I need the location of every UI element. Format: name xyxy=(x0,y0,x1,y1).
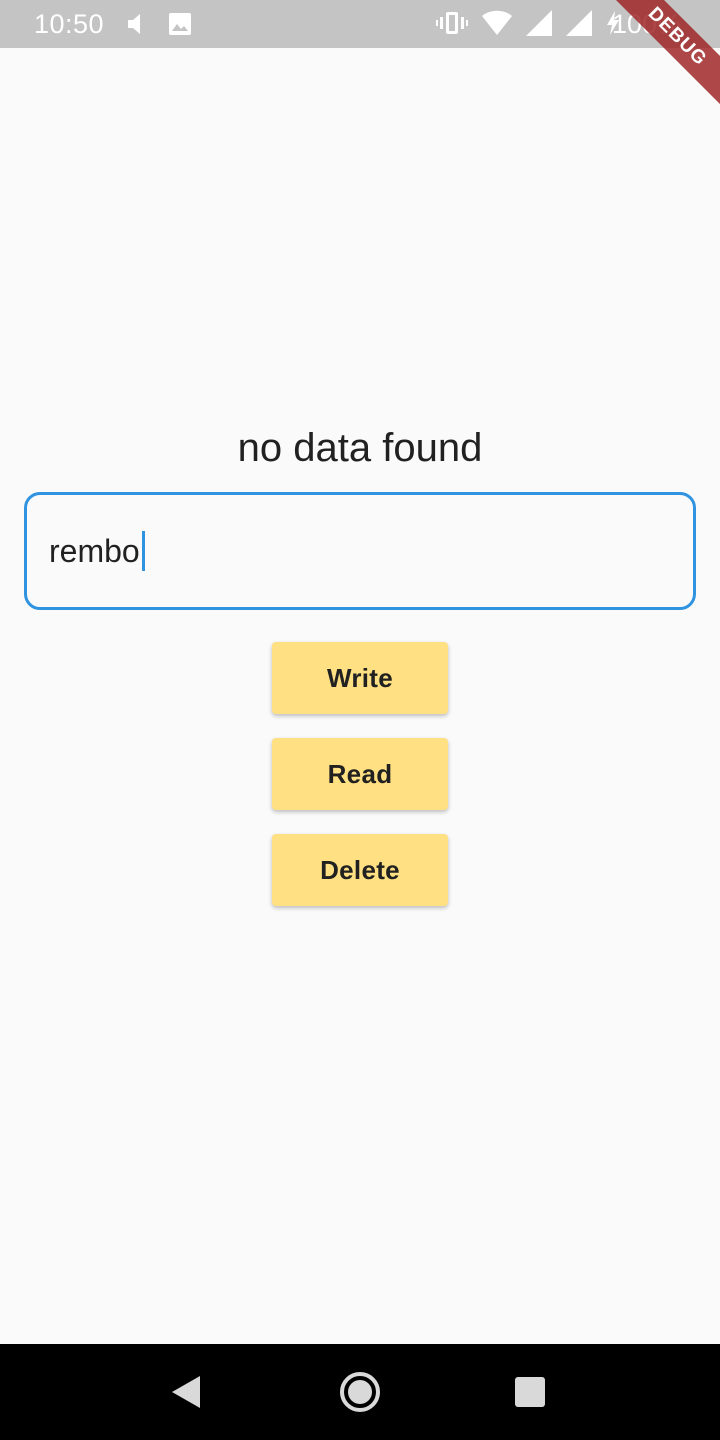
text-input-value-wrapper[interactable]: rembo xyxy=(49,531,145,571)
status-time: 10:50 xyxy=(34,9,105,39)
navigation-bar xyxy=(0,1344,720,1440)
signal-icon-2 xyxy=(566,10,592,36)
status-left-icons xyxy=(126,12,192,36)
text-cursor xyxy=(141,531,145,571)
volume-icon xyxy=(126,13,144,35)
status-right-icons xyxy=(436,10,620,36)
vibrate-icon xyxy=(436,10,468,36)
read-button[interactable]: Read xyxy=(272,738,448,810)
text-input-field[interactable]: rembo xyxy=(24,492,696,610)
signal-icon xyxy=(526,10,552,36)
home-icon[interactable] xyxy=(338,1370,382,1414)
result-text: no data found xyxy=(237,426,483,470)
text-input-value[interactable]: rembo xyxy=(49,533,140,570)
status-bar: 10:50 100% xyxy=(0,0,720,48)
delete-button[interactable]: Delete xyxy=(272,834,448,906)
wifi-icon xyxy=(482,10,512,36)
back-icon[interactable] xyxy=(170,1374,202,1410)
write-button[interactable]: Write xyxy=(272,642,448,714)
recents-icon[interactable] xyxy=(514,1376,546,1408)
image-icon xyxy=(168,12,192,36)
